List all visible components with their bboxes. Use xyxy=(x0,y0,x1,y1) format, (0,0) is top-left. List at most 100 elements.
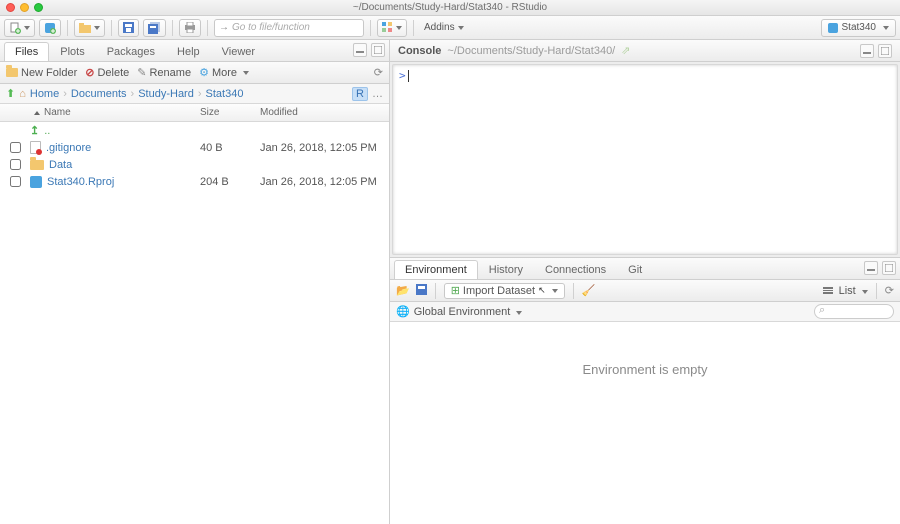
tab-history[interactable]: History xyxy=(478,260,534,279)
delete-button[interactable]: ⊘ Delete xyxy=(85,66,129,79)
console-cursor xyxy=(408,70,409,82)
files-row-up[interactable]: ↥.. xyxy=(0,122,389,139)
rename-button[interactable]: ✎ Rename xyxy=(137,66,191,79)
breadcrumb-documents[interactable]: Documents xyxy=(71,88,127,100)
more-path-button[interactable]: … xyxy=(372,88,383,100)
breadcrumb-home[interactable]: Home xyxy=(30,88,59,100)
gitignore-file-icon xyxy=(30,141,41,154)
tools-grid-button[interactable] xyxy=(377,19,407,37)
files-row-gitignore[interactable]: .gitignore 40 B Jan 26, 2018, 12:05 PM xyxy=(0,139,389,156)
chevron-down-icon xyxy=(243,71,249,75)
save-workspace-icon[interactable] xyxy=(416,284,427,298)
row-checkbox[interactable] xyxy=(10,142,21,153)
console-path: ~/Documents/Study-Hard/Stat340/ xyxy=(447,45,615,57)
maximize-pane-button[interactable] xyxy=(371,43,385,57)
files-toolbar: New Folder ⊘ Delete ✎ Rename ⚙ More ⟳ xyxy=(0,62,389,84)
separator xyxy=(207,20,208,36)
breadcrumb-sep: › xyxy=(63,88,67,100)
list-view-dropdown[interactable]: List xyxy=(839,285,868,297)
refresh-icon: ⟳ xyxy=(374,66,383,79)
files-breadcrumb: ⬆ ⌂ Home › Documents › Study-Hard › Stat… xyxy=(0,84,389,104)
column-size[interactable]: Size xyxy=(200,107,260,118)
print-button[interactable] xyxy=(179,19,201,37)
save-button[interactable] xyxy=(118,19,139,37)
home-icon: ⌂ xyxy=(19,88,26,100)
rename-icon: ✎ xyxy=(137,66,146,79)
folder-icon xyxy=(30,160,44,170)
separator xyxy=(67,20,68,36)
folder-plus-icon xyxy=(6,68,18,77)
console-body[interactable]: > xyxy=(392,64,898,255)
project-menu[interactable]: Stat340 xyxy=(821,19,896,37)
tab-git[interactable]: Git xyxy=(617,260,653,279)
up-folder-icon: ↥ xyxy=(30,124,39,137)
delete-icon: ⊘ xyxy=(85,66,94,79)
chevron-down-icon xyxy=(24,26,30,30)
tab-plots[interactable]: Plots xyxy=(49,42,95,61)
breadcrumb-study-hard[interactable]: Study-Hard xyxy=(138,88,194,100)
env-empty-message: Environment is empty xyxy=(583,362,708,377)
goto-right-arrow-icon: → xyxy=(219,22,229,33)
row-checkbox[interactable] xyxy=(10,159,21,170)
separator xyxy=(573,283,574,299)
column-name[interactable]: Name xyxy=(30,107,200,118)
files-list: ↥.. .gitignore 40 B Jan 26, 2018, 12:05 … xyxy=(0,122,389,524)
separator xyxy=(435,283,436,299)
env-search-input[interactable] xyxy=(814,304,894,319)
separator xyxy=(370,20,371,36)
main-toolbar: → Go to file/function Addins Stat340 xyxy=(0,16,900,40)
chevron-down-icon xyxy=(552,289,558,293)
cursor-icon: ↖ xyxy=(538,285,546,296)
chevron-down-icon xyxy=(94,26,100,30)
maximize-pane-button[interactable] xyxy=(878,44,892,58)
breadcrumb-up-icon[interactable]: ⬆ xyxy=(6,87,15,100)
chevron-down-icon xyxy=(396,26,402,30)
clear-console-icon[interactable]: ⇗ xyxy=(621,44,630,57)
addins-dropdown[interactable]: Addins xyxy=(420,19,468,37)
more-dropdown[interactable]: ⚙ More xyxy=(199,66,249,79)
files-row-data-folder[interactable]: Data xyxy=(0,156,389,173)
refresh-env-icon[interactable]: ⟳ xyxy=(885,284,894,297)
tab-connections[interactable]: Connections xyxy=(534,260,617,279)
maximize-pane-button[interactable] xyxy=(882,261,896,275)
tab-help[interactable]: Help xyxy=(166,42,211,61)
list-view-icon xyxy=(823,287,833,294)
env-scope-dropdown[interactable]: Global Environment xyxy=(414,306,523,318)
minimize-pane-button[interactable] xyxy=(860,44,874,58)
env-toolbar: 📂 ⊞ Import Dataset ↖ 🧹 List xyxy=(390,280,900,302)
files-row-rproj[interactable]: Stat340.Rproj 204 B Jan 26, 2018, 12:05 … xyxy=(0,173,389,190)
gear-icon: ⚙ xyxy=(199,66,209,79)
chevron-down-icon xyxy=(458,26,464,30)
load-workspace-icon[interactable]: 📂 xyxy=(396,284,410,297)
tab-viewer[interactable]: Viewer xyxy=(211,42,266,61)
refresh-button[interactable]: ⟳ xyxy=(374,66,383,79)
env-scope-bar: 🌐 Global Environment xyxy=(390,302,900,322)
import-dataset-dropdown[interactable]: ⊞ Import Dataset ↖ xyxy=(444,283,565,299)
tab-environment[interactable]: Environment xyxy=(394,260,478,279)
breadcrumb-sep: › xyxy=(131,88,135,100)
new-project-button[interactable] xyxy=(39,19,61,37)
goto-file-function-input[interactable]: → Go to file/function xyxy=(214,19,364,37)
separator xyxy=(111,20,112,36)
open-file-button[interactable] xyxy=(74,19,105,37)
console-pane: Console ~/Documents/Study-Hard/Stat340/ … xyxy=(390,40,900,258)
breadcrumb-stat340[interactable]: Stat340 xyxy=(206,88,244,100)
column-modified[interactable]: Modified xyxy=(260,107,389,118)
globe-icon: 🌐 xyxy=(396,305,410,318)
chevron-down-icon xyxy=(862,290,868,294)
new-folder-button[interactable]: New Folder xyxy=(6,67,77,79)
save-all-button[interactable] xyxy=(143,19,166,37)
tab-files[interactable]: Files xyxy=(4,42,49,61)
minimize-pane-button[interactable] xyxy=(864,261,878,275)
row-checkbox[interactable] xyxy=(10,176,21,187)
tab-packages[interactable]: Packages xyxy=(96,42,166,61)
console-tab-label: Console xyxy=(398,45,441,57)
clear-workspace-icon[interactable]: 🧹 xyxy=(582,284,596,297)
environment-pane: Environment History Connections Git 📂 ⊞ … xyxy=(390,258,900,524)
console-header: Console ~/Documents/Study-Hard/Stat340/ … xyxy=(390,40,900,62)
files-columns-header: Name Size Modified xyxy=(0,104,389,122)
project-badge-icon[interactable]: R xyxy=(352,87,368,101)
new-file-button[interactable] xyxy=(4,19,35,37)
minimize-pane-button[interactable] xyxy=(353,43,367,57)
console-prompt: > xyxy=(399,69,406,82)
